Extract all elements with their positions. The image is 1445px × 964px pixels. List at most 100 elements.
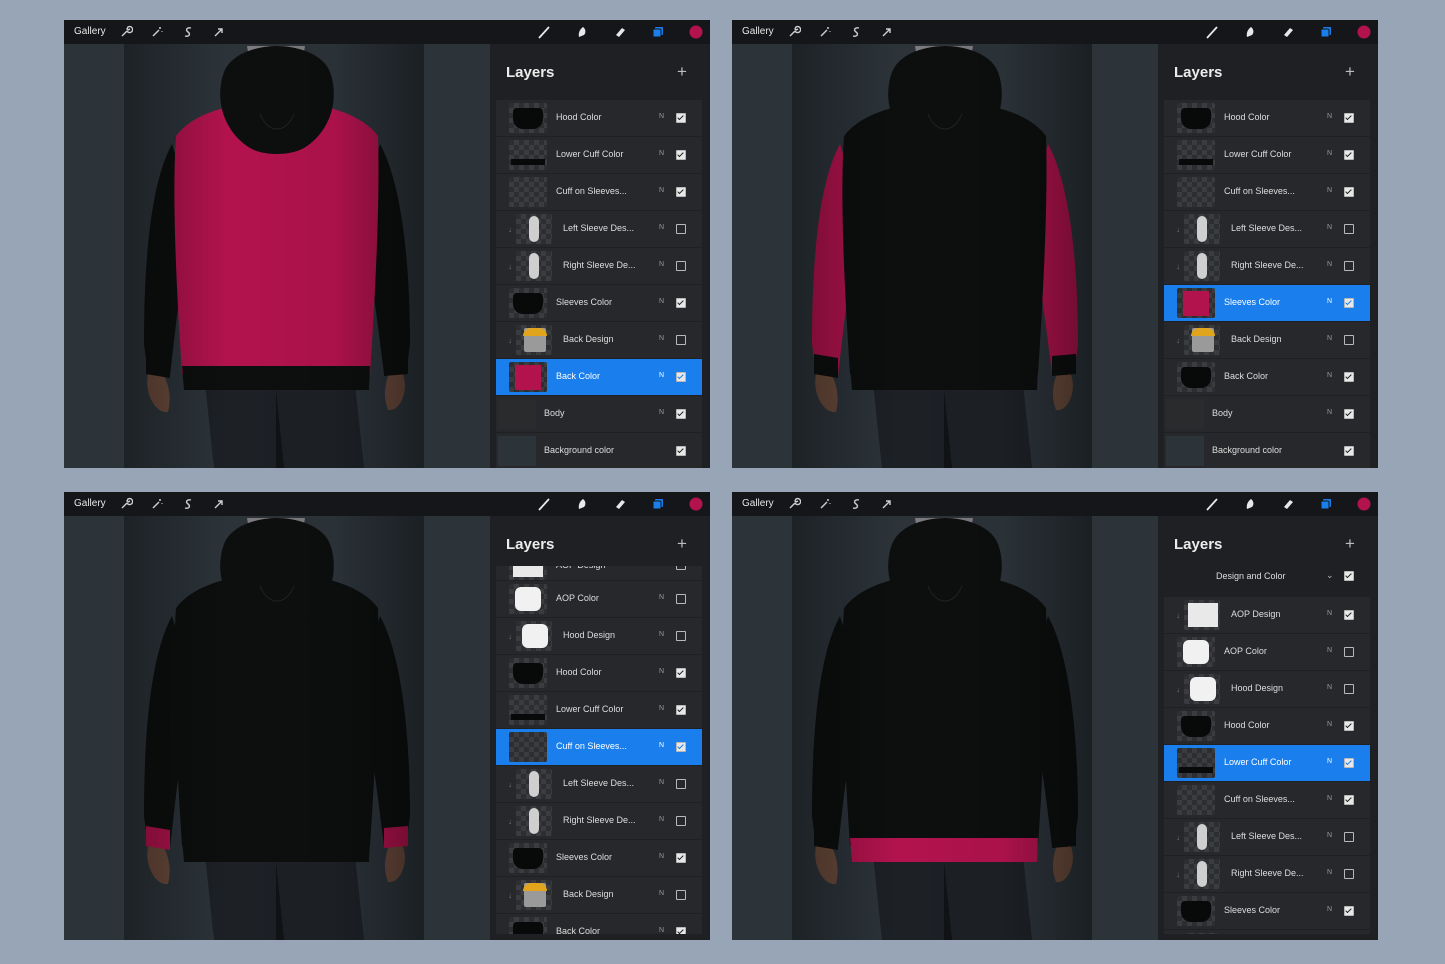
layer-row[interactable]: Sleeves Color N bbox=[496, 285, 702, 321]
layers-icon[interactable] bbox=[651, 25, 665, 39]
layer-visibility-checkbox[interactable] bbox=[1344, 758, 1354, 768]
blend-mode-button[interactable]: N bbox=[659, 816, 664, 823]
wrench-icon[interactable] bbox=[787, 497, 802, 511]
selection-icon[interactable] bbox=[181, 497, 195, 511]
gallery-button[interactable]: Gallery bbox=[74, 498, 106, 509]
layer-visibility-checkbox[interactable] bbox=[1344, 150, 1354, 160]
blend-mode-button[interactable]: N bbox=[1327, 409, 1332, 416]
layer-visibility-checkbox[interactable] bbox=[1344, 832, 1354, 842]
add-layer-button[interactable]: + bbox=[677, 62, 687, 82]
layer-visibility-checkbox[interactable] bbox=[676, 261, 686, 271]
layer-row[interactable]: ↓ Right Sleeve De... N bbox=[496, 248, 702, 284]
layer-row[interactable]: ↓ Right Sleeve De... N bbox=[1164, 856, 1370, 892]
drawing-canvas[interactable] bbox=[732, 44, 1158, 468]
blend-mode-button[interactable]: N bbox=[1327, 610, 1332, 617]
layer-list[interactable]: AOP DesignAOP ColorN↓Hood DesignNHood Co… bbox=[496, 566, 702, 934]
brush-icon[interactable] bbox=[1205, 25, 1219, 39]
layer-row[interactable]: ↓Back DesignN bbox=[496, 322, 702, 358]
layer-visibility-checkbox[interactable] bbox=[1344, 795, 1354, 805]
layer-row[interactable]: Cuff on Sleeves... N bbox=[496, 174, 702, 210]
layer-visibility-checkbox[interactable] bbox=[1344, 610, 1354, 620]
magic-wand-icon[interactable] bbox=[818, 497, 832, 511]
layer-row[interactable]: ↓ Left Sleeve Des... N bbox=[1164, 819, 1370, 855]
brush-icon[interactable] bbox=[537, 25, 551, 39]
gallery-button[interactable]: Gallery bbox=[742, 498, 774, 509]
add-layer-button[interactable]: + bbox=[1345, 534, 1355, 554]
brush-icon[interactable] bbox=[537, 497, 551, 511]
wrench-icon[interactable] bbox=[787, 25, 802, 39]
blend-mode-button[interactable]: N bbox=[1327, 335, 1332, 342]
color-swatch-icon[interactable] bbox=[1357, 497, 1371, 511]
layer-row[interactable]: ↓ Hood Design N bbox=[496, 618, 702, 654]
layer-visibility-checkbox[interactable] bbox=[676, 742, 686, 752]
blend-mode-button[interactable]: N bbox=[1327, 261, 1332, 268]
layer-row[interactable]: AOP Design bbox=[496, 566, 702, 580]
magic-wand-icon[interactable] bbox=[818, 25, 832, 39]
selection-icon[interactable] bbox=[181, 25, 195, 39]
wrench-icon[interactable] bbox=[119, 497, 134, 511]
layer-row[interactable]: Background color bbox=[496, 433, 702, 468]
smudge-icon[interactable] bbox=[1243, 25, 1257, 39]
layer-visibility-checkbox[interactable] bbox=[676, 779, 686, 789]
eraser-icon[interactable] bbox=[1281, 497, 1295, 511]
layer-list[interactable]: Hood Color N Lower Cuff Color N Cuff on Slee… bbox=[1164, 100, 1370, 468]
layers-icon[interactable] bbox=[1319, 25, 1333, 39]
layer-list[interactable]: Design and Color ⌄ ↓ AOP Design N AOP Color N ↓… bbox=[1164, 566, 1370, 934]
blend-mode-button[interactable]: N bbox=[659, 779, 664, 786]
layer-group[interactable]: Design and Color ⌄ bbox=[1164, 566, 1370, 588]
drawing-canvas[interactable] bbox=[64, 44, 490, 468]
layer-visibility-checkbox[interactable] bbox=[676, 298, 686, 308]
layer-row[interactable]: Lower Cuff Color N bbox=[496, 137, 702, 173]
layer-visibility-checkbox[interactable] bbox=[676, 446, 686, 456]
layer-visibility-checkbox[interactable] bbox=[1344, 261, 1354, 271]
layer-row[interactable]: Lower Cuff Color N bbox=[1164, 137, 1370, 173]
blend-mode-button[interactable]: N bbox=[659, 372, 664, 379]
layer-row[interactable]: ↓ Right Sleeve De... N bbox=[496, 803, 702, 839]
layer-visibility-checkbox[interactable] bbox=[676, 409, 686, 419]
layer-visibility-checkbox[interactable] bbox=[1344, 372, 1354, 382]
layer-row[interactable]: Back Color N bbox=[496, 359, 702, 395]
layer-row[interactable]: Hood Color N bbox=[1164, 100, 1370, 136]
blend-mode-button[interactable]: N bbox=[1327, 869, 1332, 876]
layer-visibility-checkbox[interactable] bbox=[676, 705, 686, 715]
blend-mode-button[interactable]: N bbox=[659, 409, 664, 416]
layer-row[interactable]: Body N bbox=[1164, 396, 1370, 432]
layer-visibility-checkbox[interactable] bbox=[676, 890, 686, 900]
wrench-icon[interactable] bbox=[119, 25, 134, 39]
blend-mode-button[interactable]: N bbox=[1327, 647, 1332, 654]
blend-mode-button[interactable]: N bbox=[659, 187, 664, 194]
blend-mode-button[interactable]: N bbox=[659, 853, 664, 860]
blend-mode-button[interactable]: N bbox=[659, 631, 664, 638]
selection-icon[interactable] bbox=[849, 497, 863, 511]
layer-row[interactable]: Hood Color N bbox=[496, 655, 702, 691]
blend-mode-button[interactable]: N bbox=[659, 668, 664, 675]
transform-arrow-icon[interactable] bbox=[212, 497, 226, 511]
drawing-canvas[interactable] bbox=[64, 516, 490, 940]
group-visibility-checkbox[interactable] bbox=[1344, 571, 1354, 581]
layer-visibility-checkbox[interactable] bbox=[676, 113, 686, 123]
blend-mode-button[interactable]: N bbox=[659, 594, 664, 601]
layers-icon[interactable] bbox=[1319, 497, 1333, 511]
blend-mode-button[interactable]: N bbox=[659, 742, 664, 749]
blend-mode-button[interactable]: N bbox=[659, 298, 664, 305]
blend-mode-button[interactable]: N bbox=[659, 335, 664, 342]
layer-row[interactable]: Back Color N bbox=[496, 914, 702, 934]
blend-mode-button[interactable]: N bbox=[1327, 832, 1332, 839]
smudge-icon[interactable] bbox=[575, 497, 589, 511]
blend-mode-button[interactable]: N bbox=[1327, 298, 1332, 305]
gallery-button[interactable]: Gallery bbox=[74, 26, 106, 37]
brush-icon[interactable] bbox=[1205, 497, 1219, 511]
transform-arrow-icon[interactable] bbox=[880, 497, 894, 511]
layer-row[interactable]: ↓ Hood Design N bbox=[1164, 671, 1370, 707]
layer-visibility-checkbox[interactable] bbox=[676, 631, 686, 641]
layer-row[interactable]: Cuff on Sleeves... N bbox=[1164, 782, 1370, 818]
layer-row[interactable]: AOP Color N bbox=[496, 581, 702, 617]
add-layer-button[interactable]: + bbox=[1345, 62, 1355, 82]
blend-mode-button[interactable]: N bbox=[1327, 187, 1332, 194]
layer-visibility-checkbox[interactable] bbox=[676, 150, 686, 160]
layer-row[interactable]: ↓Back DesignN bbox=[1164, 930, 1370, 934]
layer-visibility-checkbox[interactable] bbox=[676, 372, 686, 382]
blend-mode-button[interactable]: N bbox=[659, 261, 664, 268]
blend-mode-button[interactable]: N bbox=[659, 150, 664, 157]
layer-visibility-checkbox[interactable] bbox=[1344, 409, 1354, 419]
